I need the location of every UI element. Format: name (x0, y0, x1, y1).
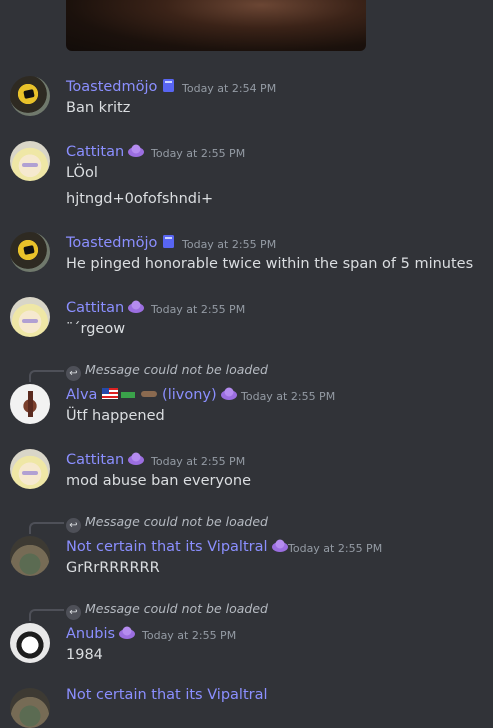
reply-spine (29, 522, 64, 534)
message-author[interactable]: Not certain that its Vipaltral (66, 687, 268, 703)
flag-icon (102, 388, 119, 399)
book-icon (163, 79, 175, 92)
message-author[interactable]: Toastedmöjo (66, 78, 178, 95)
timestamp[interactable]: Today at 2:55 PM (142, 629, 236, 642)
message-text: ¨´rgeow (66, 321, 126, 337)
message-author[interactable]: Cattitan (66, 143, 145, 160)
message-author[interactable]: Cattitan (66, 451, 145, 468)
reply-preview[interactable]: ↩ Message could not be loaded (66, 362, 268, 381)
avatar[interactable] (10, 141, 50, 181)
message-text: GrRrRRRRRR (66, 560, 160, 576)
timestamp[interactable]: Today at 2:55 PM (241, 390, 335, 403)
reply-preview[interactable]: ↩ Message could not be loaded (66, 601, 268, 620)
reply-spine (29, 370, 64, 382)
timestamp[interactable]: Today at 2:55 PM (182, 238, 276, 251)
message-author[interactable]: Toastedmöjo (66, 234, 178, 251)
message-author[interactable]: Cattitan (66, 299, 145, 316)
avatar[interactable] (10, 384, 50, 424)
message-author[interactable]: Not certain that its Vipaltral (66, 538, 289, 555)
message-author[interactable]: Alva (livony) (66, 386, 238, 403)
timestamp[interactable]: Today at 2:55 PM (151, 455, 245, 468)
timestamp[interactable]: Today at 2:55 PM (288, 542, 382, 555)
gun-icon (121, 392, 136, 398)
message-text: 1984 (66, 647, 103, 663)
role-icon (119, 626, 136, 639)
role-icon (271, 539, 288, 552)
avatar[interactable] (10, 536, 50, 576)
message-author[interactable]: Anubis (66, 625, 136, 642)
reply-arrow-icon: ↩ (66, 605, 81, 620)
reply-arrow-icon: ↩ (66, 366, 81, 381)
avatar[interactable] (10, 688, 50, 728)
message-text: LÖol (66, 165, 98, 181)
timestamp[interactable]: Today at 2:55 PM (151, 303, 245, 316)
role-icon (220, 387, 237, 400)
avatar[interactable] (10, 449, 50, 489)
message-text: Ban kritz (66, 100, 131, 116)
message-text: Ütf happened (66, 408, 165, 424)
message-text: mod abuse ban everyone (66, 473, 252, 489)
book-icon (163, 235, 175, 248)
avatar[interactable] (10, 76, 50, 116)
role-icon (128, 452, 145, 465)
avatar[interactable] (10, 623, 50, 663)
message-text: hjtngd+0ofofshndi+ (66, 191, 214, 207)
avatar[interactable] (10, 297, 50, 337)
reply-spine (29, 609, 64, 621)
avatar[interactable] (10, 232, 50, 272)
reply-arrow-icon: ↩ (66, 518, 81, 533)
plane-icon (141, 391, 158, 397)
timestamp[interactable]: Today at 2:54 PM (182, 82, 276, 95)
reply-preview[interactable]: ↩ Message could not be loaded (66, 514, 268, 533)
role-icon (128, 144, 145, 157)
embedded-image[interactable] (66, 0, 366, 51)
timestamp[interactable]: Today at 2:55 PM (151, 147, 245, 160)
role-icon (128, 300, 145, 313)
message-text: He pinged honorable twice within the spa… (66, 256, 474, 272)
